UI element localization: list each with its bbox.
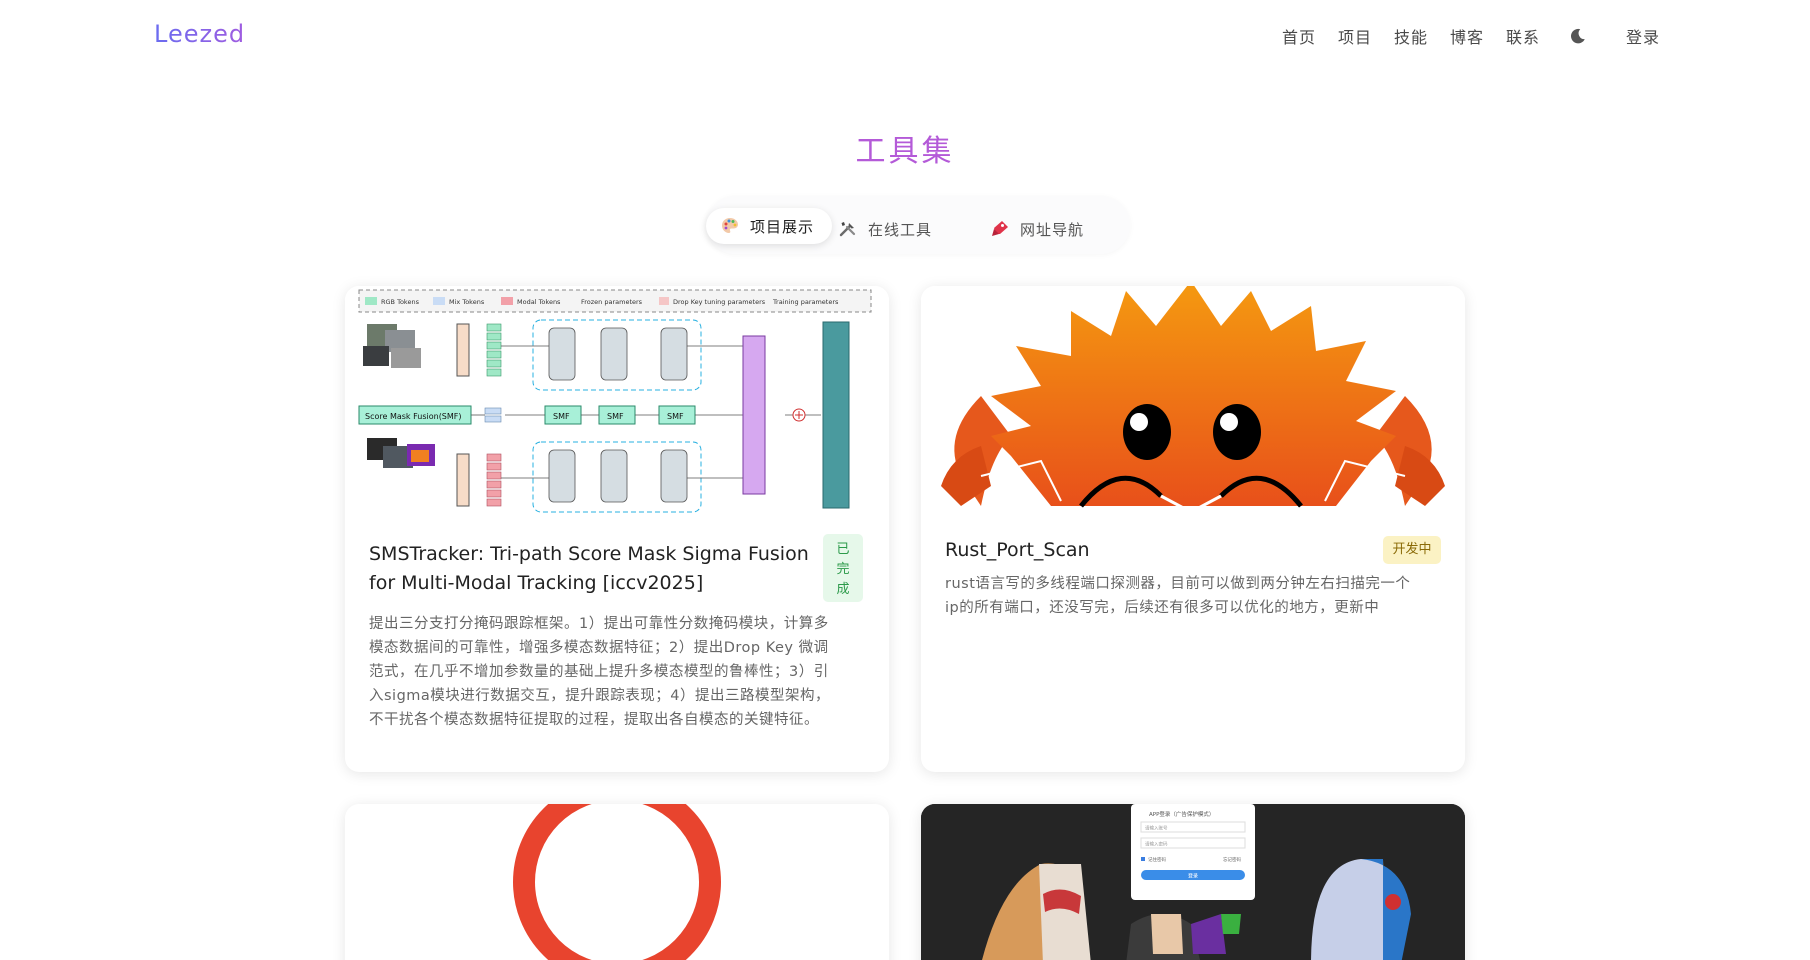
project-description: rust语言写的多线程端口探测器，目前可以做到两分钟左右扫描完一个 ip的所有端… <box>945 576 1411 616</box>
project-image-login-page: APP登录（广告保护模式） 请输入账号 请输入密码 记住密码 忘记密码 登录 <box>921 804 1465 960</box>
legend-frozen: Frozen parameters <box>581 298 643 306</box>
nav-link-home[interactable]: 首页 <box>1282 24 1316 48</box>
smf-box-1: SMF <box>553 412 570 421</box>
top-nav: Leezed 首页 项目 技能 博客 联系 登录 <box>0 0 1810 74</box>
bookmark-icon <box>992 221 1008 236</box>
legend-modal-tokens: Modal Tokens <box>517 298 561 306</box>
project-card-rust-port-scan[interactable]: Rust_Port_Scan 开发中 rust语言写的多线程端口探测器，目前可以… <box>921 286 1465 772</box>
tab-bar: 项目展示 在线工具 网址导航 <box>706 196 1130 254</box>
section-title: 工具集 <box>855 134 955 169</box>
tab-online-tools[interactable]: 在线工具 <box>838 216 932 242</box>
nav-link-skills[interactable]: 技能 <box>1394 24 1428 48</box>
login-mock-forgot: 忘记密码 <box>1223 856 1241 863</box>
project-image-red-ring <box>345 804 889 960</box>
nav-links: 首页 项目 技能 博客 联系 登录 <box>0 0 1810 74</box>
palette-icon <box>722 218 738 233</box>
tab-label: 在线工具 <box>868 220 933 239</box>
login-mock-remember: 记住密码 <box>1148 856 1166 863</box>
page: Leezed 首页 项目 技能 博客 联系 登录 工具集 项目展示 在线工具 网… <box>0 0 1810 960</box>
tab-label: 网址导航 <box>1020 220 1085 239</box>
project-card-4[interactable]: APP登录（广告保护模式） 请输入账号 请输入密码 记住密码 忘记密码 登录 <box>921 804 1465 960</box>
login-mock-field2: 请输入密码 <box>1145 841 1168 848</box>
legend-rgb-tokens: RGB Tokens <box>381 298 420 306</box>
tab-projects[interactable]: 项目展示 <box>706 208 833 244</box>
status-badge-done: 已 完 成 <box>823 534 863 602</box>
nav-link-blog[interactable]: 博客 <box>1450 24 1484 48</box>
smf-box-2: SMF <box>607 412 624 421</box>
login-link[interactable]: 登录 <box>1626 24 1660 48</box>
project-title[interactable]: SMSTracker: Tri-path Score Mask Sigma Fu… <box>369 540 829 598</box>
legend-training: Training parameters <box>772 298 839 306</box>
project-card-3[interactable] <box>345 804 889 960</box>
tab-label: 项目展示 <box>750 217 815 236</box>
smf-label: Score Mask Fusion(SMF) <box>365 412 462 421</box>
project-title[interactable]: Rust_Port_Scan <box>945 536 1365 565</box>
moon-icon[interactable] <box>1569 27 1587 45</box>
smf-box-3: SMF <box>667 412 684 421</box>
project-card-smstracker[interactable]: RGB Tokens Mix Tokens Modal Tokens Froze… <box>345 286 889 772</box>
legend-drop-key: Drop Key tuning parameters <box>673 298 766 306</box>
legend-mix-tokens: Mix Tokens <box>449 298 485 306</box>
tab-bookmarks[interactable]: 网址导航 <box>990 216 1084 242</box>
project-image-architecture-diagram: RGB Tokens Mix Tokens Modal Tokens Froze… <box>345 286 889 514</box>
login-mock-field1: 请输入账号 <box>1145 825 1168 832</box>
project-description: 提出三分支打分掩码跟踪框架。1）提出可靠性分数掩码模块，计算多 模态数据间的可靠… <box>369 616 831 728</box>
nav-link-projects[interactable]: 项目 <box>1338 24 1372 48</box>
login-mock-heading: APP登录（广告保护模式） <box>1149 810 1214 818</box>
nav-link-contact[interactable]: 联系 <box>1506 24 1540 48</box>
status-badge-in-progress: 开发中 <box>1383 536 1441 564</box>
tools-icon <box>839 222 856 237</box>
login-mock-button: 登录 <box>1188 873 1198 880</box>
project-image-ferris-crab <box>921 286 1465 512</box>
